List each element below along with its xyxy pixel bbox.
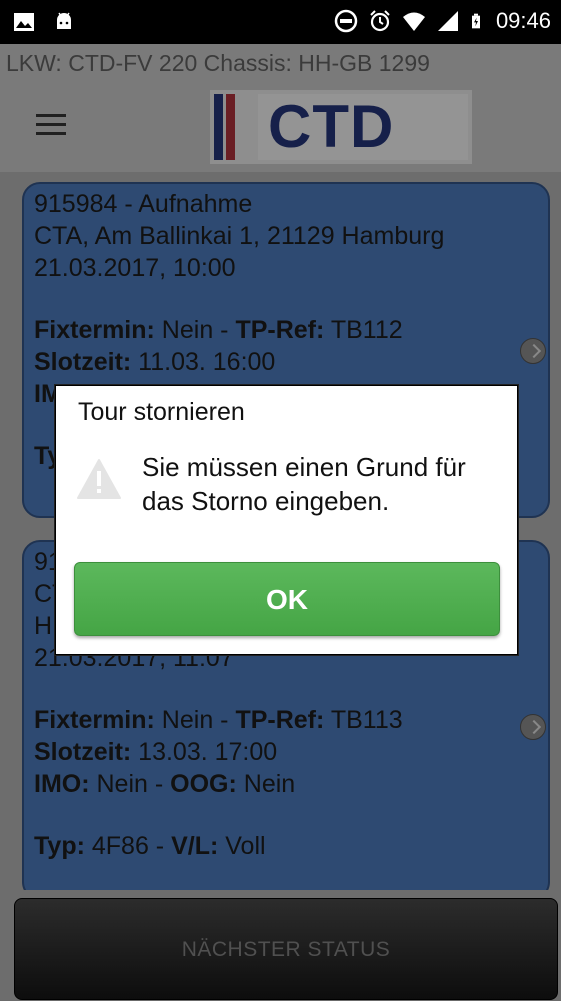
android-icon [57,12,71,29]
card-imo: IMO: Nein - OOG: Nein [34,770,296,798]
clock: 09:46 [495,8,551,33]
signal-icon [437,11,458,31]
card-address: CTA, Am Ballinkai 1, 21129 Hamburg [34,222,445,250]
dialog-message: Sie müssen einen Grund für das Storno ei… [142,452,466,516]
dialog-title: Tour stornieren [78,398,245,426]
status-bar: 09:46 [0,0,561,44]
cancel-tour-dialog: Tour stornieren Sie müssen einen Grund f… [55,385,518,655]
card-fixtermin: Fixtermin: Nein - TP-Ref: TB113 [34,706,403,734]
alarm-icon [370,10,390,32]
chevron-right-icon[interactable] [520,338,546,364]
app-header: LKW: CTD-FV 220 Chassis: HH-GB 1299 CTD [0,44,561,172]
card-typ: Typ: 4F86 - V/L: Voll [34,832,266,860]
vehicle-info: LKW: CTD-FV 220 Chassis: HH-GB 1299 [6,50,430,76]
hamburger-menu-icon[interactable] [36,114,66,136]
logo-text: CTD [268,93,395,160]
bottom-bar: NÄCHSTER STATUS [0,890,561,1000]
warning-icon [77,459,121,499]
ctd-logo: CTD [210,90,472,164]
card-slotzeit: Slotzeit: 11.03. 16:00 [34,348,276,376]
card-slotzeit: Slotzeit: 13.03. 17:00 [34,738,278,766]
next-status-button[interactable]: NÄCHSTER STATUS [14,898,558,1000]
card-datetime: 21.03.2017, 10:00 [34,254,236,282]
card-title: 915984 - Aufnahme [34,190,253,218]
chevron-right-icon[interactable] [520,714,546,740]
card-fixtermin: Fixtermin: Nein - TP-Ref: TB112 [34,316,403,344]
battery-charging-icon [471,13,480,29]
do-not-disturb-icon [334,9,358,33]
image-icon [14,13,34,31]
wifi-icon [402,12,425,31]
ok-button[interactable]: OK [74,562,500,636]
